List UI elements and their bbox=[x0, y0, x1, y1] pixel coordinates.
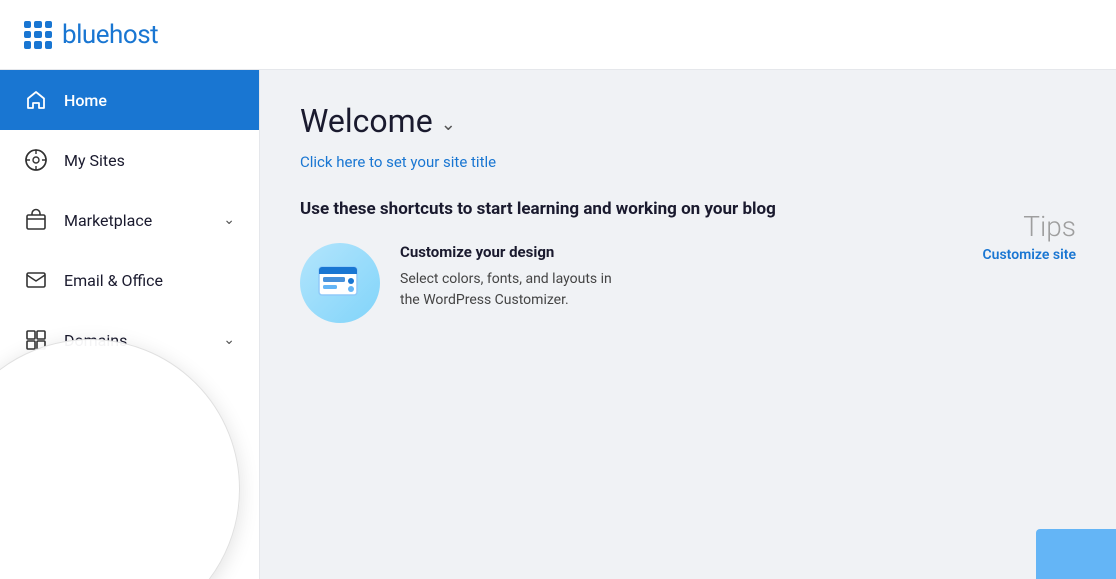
sidebar-item-email-office[interactable]: Email & Office bbox=[0, 250, 259, 310]
sidebar-item-domains[interactable]: Domains ⌄ bbox=[0, 310, 259, 370]
home-icon bbox=[24, 88, 48, 112]
marketplace-chevron-icon: ⌄ bbox=[223, 212, 235, 228]
shortcut-description: Select colors, fonts, and layouts in the… bbox=[400, 269, 620, 311]
page-title-row: Welcome ⌄ bbox=[300, 102, 1076, 140]
header: bluehost bbox=[0, 0, 1116, 70]
tips-label: Tips bbox=[1023, 210, 1076, 243]
sidebar-item-domains-label: Domains bbox=[64, 331, 207, 350]
sidebar-item-home[interactable]: Home bbox=[0, 70, 259, 130]
email-icon bbox=[24, 268, 48, 292]
sidebar-item-email-label: Email & Office bbox=[64, 271, 235, 290]
sidebar-item-marketplace[interactable]: Marketplace ⌄ bbox=[0, 190, 259, 250]
sidebar: Home My Sites M bbox=[0, 70, 260, 579]
sidebar-item-my-sites-label: My Sites bbox=[64, 151, 235, 170]
sidebar-item-home-label: Home bbox=[64, 91, 235, 110]
customize-design-icon bbox=[300, 243, 380, 323]
main-content: Welcome ⌄ Click here to set your site ti… bbox=[260, 70, 1116, 579]
main-layout: Home My Sites M bbox=[0, 70, 1116, 579]
blue-accent-rect bbox=[1036, 529, 1116, 579]
marketplace-icon bbox=[24, 208, 48, 232]
set-site-title-link[interactable]: Click here to set your site title bbox=[300, 153, 496, 171]
shortcut-card-customize: Customize your design Select colors, fon… bbox=[300, 243, 1076, 323]
shortcuts-heading: Use these shortcuts to start learning an… bbox=[300, 199, 1076, 219]
logo-text: bluehost bbox=[62, 20, 158, 50]
logo: bluehost bbox=[24, 20, 158, 50]
zoom-overlay bbox=[0, 339, 240, 579]
customize-site-link[interactable]: Customize site bbox=[983, 247, 1076, 263]
shortcut-content: Customize your design Select colors, fon… bbox=[400, 243, 963, 311]
domains-chevron-icon: ⌄ bbox=[223, 332, 235, 348]
domains-icon bbox=[24, 328, 48, 352]
welcome-chevron-icon[interactable]: ⌄ bbox=[441, 114, 456, 135]
shortcut-title: Customize your design bbox=[400, 243, 963, 261]
page-title: Welcome bbox=[300, 102, 433, 140]
shortcuts-row: Customize your design Select colors, fon… bbox=[300, 243, 1076, 323]
sidebar-item-marketplace-label: Marketplace bbox=[64, 211, 207, 230]
wordpress-icon bbox=[24, 148, 48, 172]
logo-grid-icon bbox=[24, 21, 52, 49]
sidebar-item-my-sites[interactable]: My Sites bbox=[0, 130, 259, 190]
